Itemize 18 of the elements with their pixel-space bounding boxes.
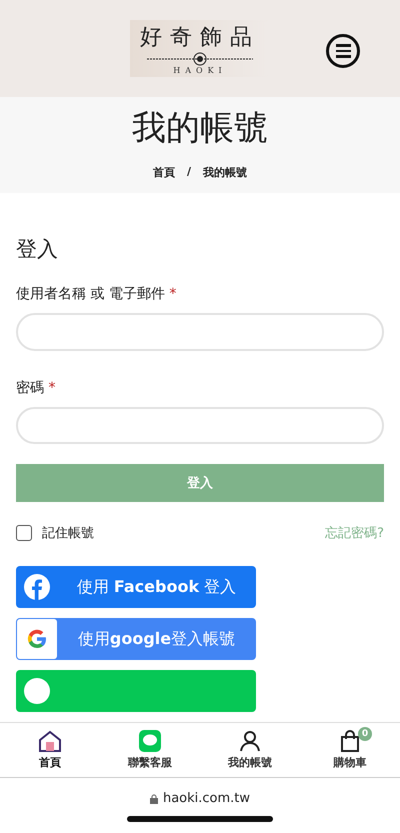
facebook-login-button[interactable]: 使用 Facebook 登入: [16, 566, 256, 608]
tab-bar-item[interactable]: 我的帳號: [200, 723, 300, 777]
field-label: 密碼 *: [16, 378, 56, 397]
field-label: 使用者名稱 或 電子郵件 *: [16, 285, 178, 303]
logo-subtitle: HAOKI: [173, 66, 227, 75]
cart-count-badge: 0: [358, 727, 372, 741]
breadcrumb-item[interactable]: 首頁: [152, 165, 175, 180]
tab-bar-item[interactable]: 購物車 0: [300, 723, 400, 777]
url-text: haoki.com.tw: [162, 791, 250, 806]
breadcrumb-separator: /: [186, 165, 192, 180]
remember-label: 記住帳號: [42, 525, 94, 542]
google-login-button[interactable]: 使用google登入帳號: [16, 618, 256, 660]
page-title: 我的帳號: [132, 107, 268, 150]
tab-bar-item[interactable]: 首頁: [0, 723, 100, 777]
breadcrumb-item[interactable]: 我的帳號: [203, 165, 248, 180]
login-heading: 登入: [16, 236, 59, 263]
logo-text: 好奇飾品: [140, 24, 260, 52]
tab-bar-item[interactable]: 聯繫客服: [100, 723, 200, 777]
